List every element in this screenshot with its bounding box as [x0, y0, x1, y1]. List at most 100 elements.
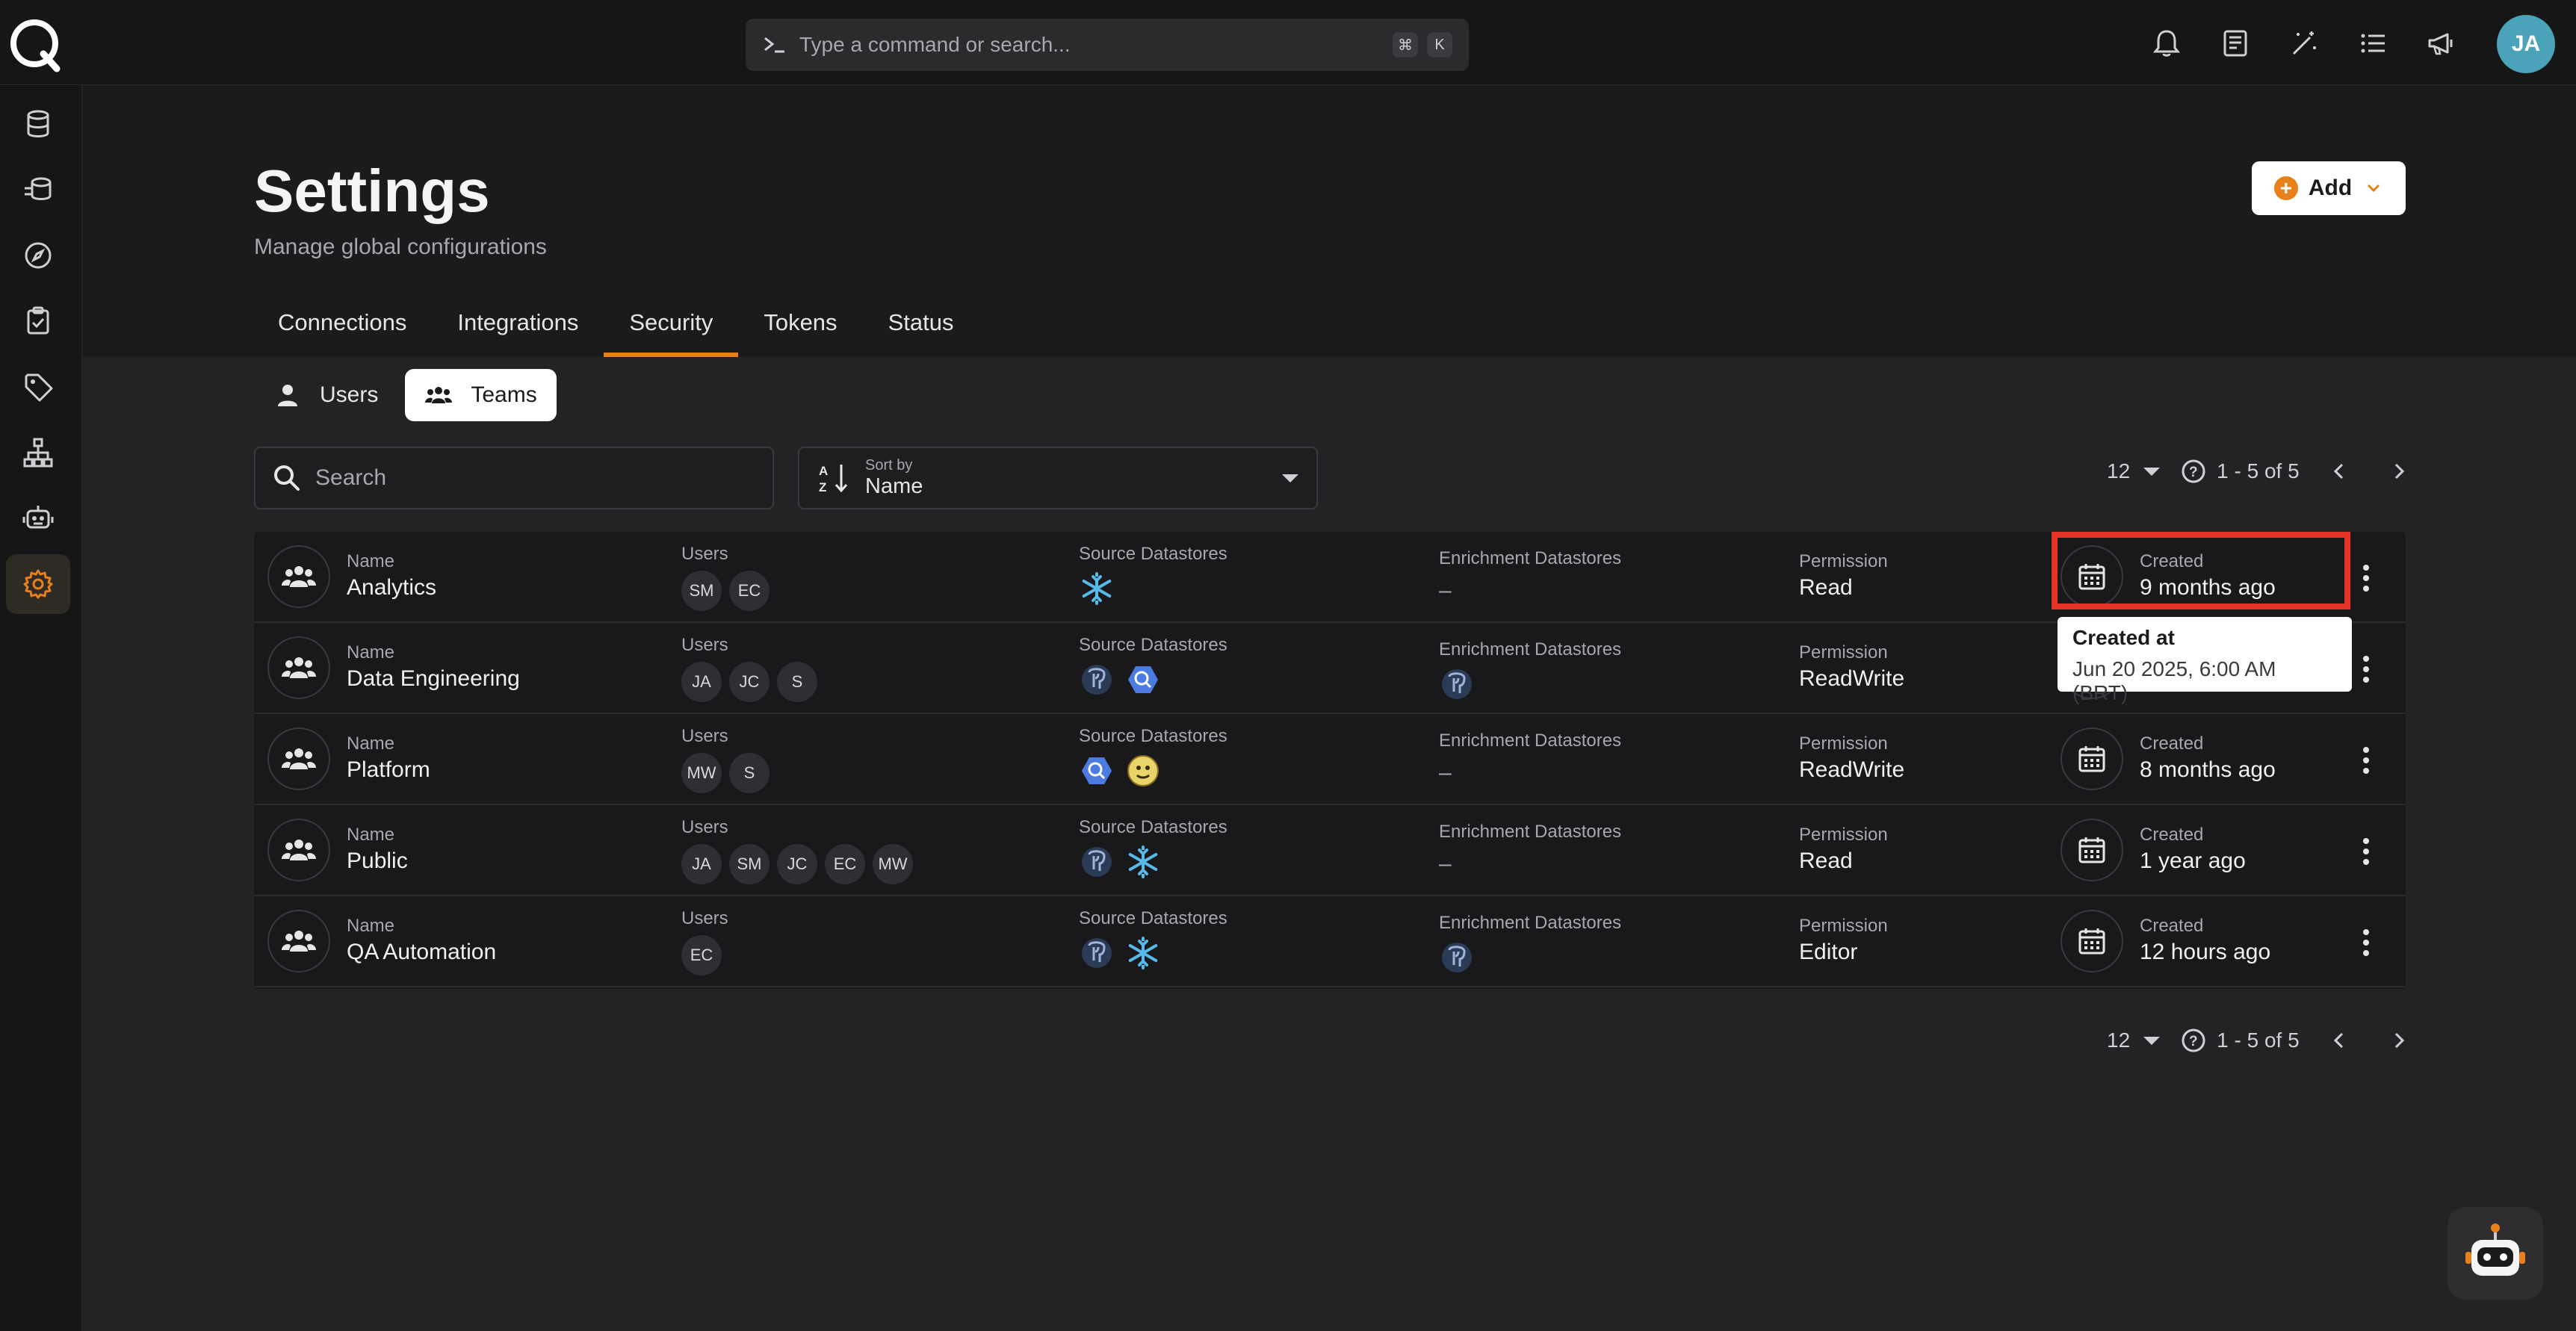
gear-icon — [23, 569, 53, 599]
assistant-bot-button[interactable] — [2447, 1207, 2543, 1300]
user-chips: JA SM JC EC MW — [681, 844, 920, 884]
announcements-button[interactable] — [2419, 21, 2464, 66]
list-button[interactable] — [2350, 21, 2395, 66]
team-name[interactable]: Public — [347, 848, 408, 874]
chevron-down-icon — [2368, 184, 2380, 193]
user-avatar[interactable]: JA — [2497, 15, 2555, 73]
next-page-icon[interactable] — [2386, 1028, 2412, 1053]
sidebar-item-discover[interactable] — [6, 226, 70, 285]
pagination-bottom: 12 ? 1 - 5 of 5 — [2107, 1028, 2446, 1053]
enrichment-empty: – — [1439, 578, 1452, 603]
per-page-caret-icon[interactable] — [2143, 1036, 2161, 1045]
table-row[interactable]: Name Public Users JA SM JC EC MW Source Datastor… — [254, 805, 2406, 896]
user-chip[interactable]: SM — [681, 571, 722, 611]
name-label: Name — [347, 916, 395, 936]
source-datastores-label: Source Datastores — [1079, 908, 1227, 928]
user-chip[interactable]: JC — [729, 662, 770, 702]
users-label: Users — [681, 635, 728, 655]
per-page-caret-icon[interactable] — [2143, 467, 2161, 476]
notifications-button[interactable] — [2144, 21, 2189, 66]
tab-connections[interactable]: Connections — [253, 299, 432, 357]
help-icon[interactable]: ? — [2181, 1028, 2206, 1053]
next-page-icon[interactable] — [2386, 459, 2412, 484]
tab-tokens[interactable]: Tokens — [738, 299, 862, 357]
more-options-icon[interactable] — [2355, 744, 2377, 777]
postgresql-icon — [1442, 669, 1472, 699]
help-icon[interactable]: ? — [2181, 459, 2206, 484]
more-options-icon[interactable] — [2355, 926, 2377, 959]
created-calendar[interactable] — [2061, 910, 2123, 972]
tab-status[interactable]: Status — [863, 299, 979, 357]
more-options-icon[interactable] — [2355, 835, 2377, 868]
docs-button[interactable] — [2213, 21, 2258, 66]
sidebar-item-datastores[interactable] — [6, 94, 70, 154]
magic-button[interactable] — [2282, 21, 2326, 66]
user-chip[interactable]: S — [777, 662, 817, 702]
source-datastores-cell: Source Datastores — [1079, 726, 1227, 789]
calendar-icon — [2078, 564, 2105, 590]
permission-label: Permission — [1799, 642, 1888, 663]
svg-text:Z: Z — [819, 480, 826, 494]
created-cell[interactable]: Created 9 months ago — [2140, 551, 2276, 601]
enrichment-datastores-cell: Enrichment Datastores – — [1439, 548, 1621, 604]
user-chip[interactable]: EC — [729, 571, 770, 611]
sidebar-item-explore[interactable] — [6, 160, 70, 220]
created-calendar[interactable] — [2061, 545, 2123, 608]
subtab-teams-label: Teams — [471, 382, 537, 407]
sort-select[interactable]: A Z Sort by Name — [798, 447, 1318, 509]
add-button[interactable]: + Add — [2252, 161, 2406, 215]
table-row[interactable]: Name Platform Users MW S Source Datastores Enr… — [254, 714, 2406, 805]
more-options-icon[interactable] — [2355, 562, 2377, 595]
sidebar-item-checks[interactable] — [6, 291, 70, 351]
search-input[interactable] — [315, 465, 734, 491]
user-chip[interactable]: MW — [681, 753, 722, 793]
user-chip[interactable]: JC — [777, 844, 817, 884]
users-cell: Users JA JC S — [681, 635, 825, 702]
tab-integrations[interactable]: Integrations — [432, 299, 604, 357]
created-cell[interactable]: Created 1 year ago — [2140, 825, 2246, 874]
user-chip[interactable]: JA — [681, 844, 722, 884]
created-calendar[interactable] — [2061, 819, 2123, 881]
team-name[interactable]: Analytics — [347, 575, 436, 601]
users-cell: Users MW S — [681, 726, 777, 793]
per-page-select[interactable]: 12 — [2107, 459, 2130, 483]
team-name[interactable]: Platform — [347, 757, 430, 783]
user-chip[interactable]: EC — [681, 935, 722, 975]
search-field[interactable] — [254, 447, 774, 509]
user-chip[interactable]: EC — [825, 844, 865, 884]
pagination-top: 12 ? 1 - 5 of 5 — [2107, 459, 2446, 484]
sidebar-item-agents[interactable] — [6, 488, 70, 548]
team-icon — [282, 931, 316, 952]
user-chip[interactable]: S — [729, 753, 770, 793]
sidebar-item-lineage[interactable] — [6, 423, 70, 483]
page-range: 1 - 5 of 5 — [2217, 459, 2300, 483]
created-cell[interactable]: Created 12 hours ago — [2140, 916, 2270, 965]
enrichment-datastore-icons — [1439, 666, 1621, 702]
prev-page-icon[interactable] — [2326, 459, 2352, 484]
created-calendar[interactable] — [2061, 727, 2123, 790]
user-chip[interactable]: MW — [873, 844, 913, 884]
subtab-users[interactable]: Users — [254, 369, 397, 421]
sidebar-item-settings[interactable] — [6, 554, 70, 614]
team-name[interactable]: QA Automation — [347, 940, 496, 965]
table-row[interactable]: Name QA Automation Users EC Source Datastore… — [254, 896, 2406, 987]
name-label: Name — [347, 642, 395, 663]
table-row[interactable]: Name Analytics Users SM EC Source Datastores E… — [254, 532, 2406, 623]
shortcut-cmd-key: ⌘ — [1393, 32, 1418, 58]
user-chip[interactable]: JA — [681, 662, 722, 702]
permission-cell: Permission ReadWrite — [1799, 733, 1904, 783]
user-chip[interactable]: SM — [729, 844, 770, 884]
team-icon — [282, 840, 316, 860]
app-logo[interactable] — [7, 16, 64, 73]
more-options-icon[interactable] — [2355, 653, 2377, 686]
command-search-bar[interactable]: Type a command or search... ⌘ K — [746, 19, 1469, 71]
team-name[interactable]: Data Engineering — [347, 666, 520, 692]
per-page-select[interactable]: 12 — [2107, 1028, 2130, 1052]
subtab-teams[interactable]: Teams — [405, 369, 557, 421]
prev-page-icon[interactable] — [2326, 1028, 2352, 1053]
tooltip-title: Created at — [2072, 626, 2175, 649]
created-cell[interactable]: Created 8 months ago — [2140, 733, 2276, 783]
permission-label: Permission — [1799, 733, 1888, 754]
tab-security[interactable]: Security — [604, 299, 739, 357]
sidebar-item-tags[interactable] — [6, 357, 70, 417]
